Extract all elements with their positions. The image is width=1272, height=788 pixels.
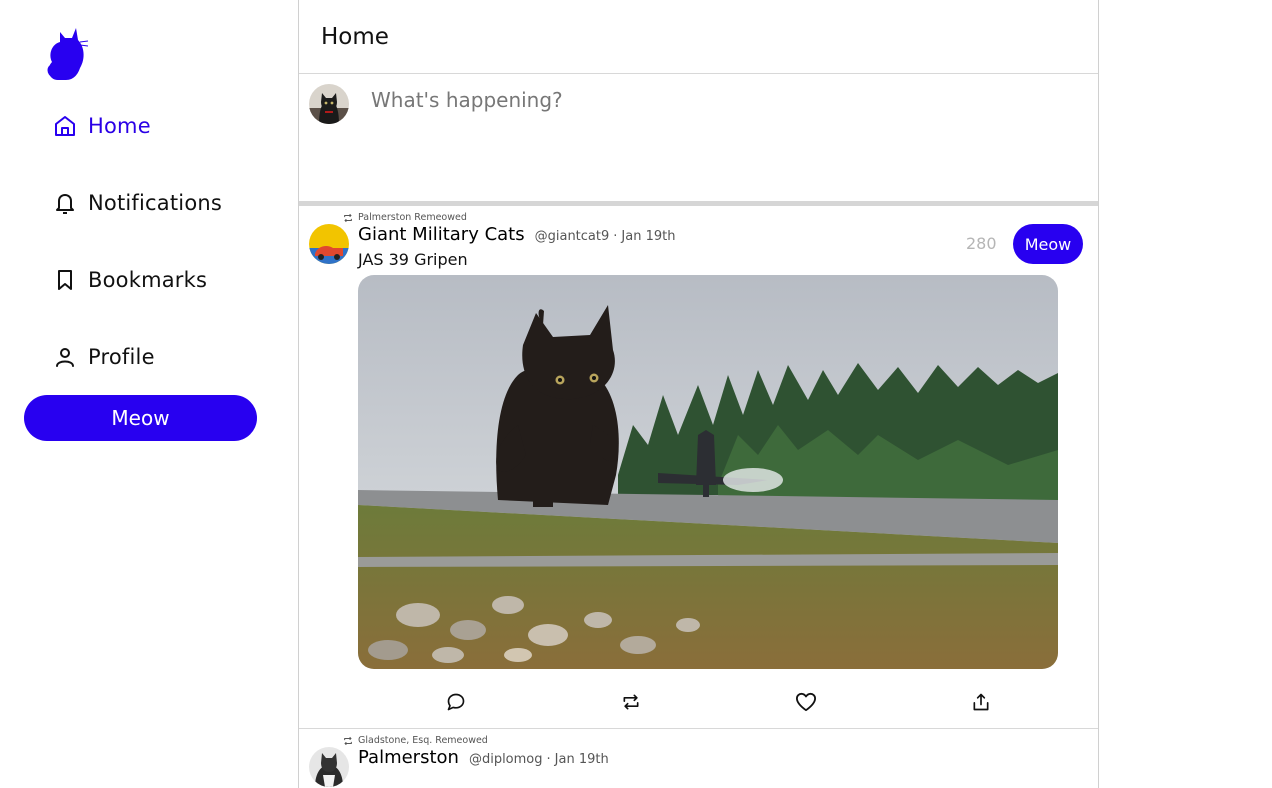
post-header: Palmerston @diplomog · Jan 19th bbox=[358, 747, 609, 768]
sidebar-item-label: Bookmarks bbox=[88, 268, 208, 292]
remeow-notice: Palmerston Remeowed bbox=[343, 212, 467, 223]
post[interactable]: Gladstone, Esq. Remeowed Palmerston @dip… bbox=[299, 729, 1098, 788]
separator: · bbox=[546, 752, 551, 767]
home-icon bbox=[52, 113, 78, 139]
post-image[interactable] bbox=[358, 275, 1058, 669]
sidebar-item-home[interactable]: Home bbox=[52, 106, 151, 146]
post-date[interactable]: Jan 19th bbox=[621, 229, 675, 244]
sidebar-item-notifications[interactable]: Notifications bbox=[52, 183, 222, 223]
remeow-icon bbox=[343, 736, 353, 746]
composer: 280 Meow bbox=[299, 74, 1098, 264]
bell-icon bbox=[52, 190, 78, 216]
page-header: Home bbox=[299, 0, 1098, 74]
sidebar-item-profile[interactable]: Profile bbox=[52, 337, 155, 377]
sidebar-item-bookmarks[interactable]: Bookmarks bbox=[52, 260, 207, 300]
remeow-icon[interactable] bbox=[618, 689, 644, 715]
remeow-icon bbox=[343, 213, 353, 223]
post-actions bbox=[299, 689, 1098, 715]
avatar[interactable] bbox=[309, 224, 349, 264]
bookmark-icon bbox=[52, 267, 78, 293]
post-header: Giant Military Cats @giantcat9 · Jan 19t… bbox=[358, 224, 675, 245]
page-title: Home bbox=[321, 23, 389, 50]
display-name[interactable]: Palmerston bbox=[358, 747, 459, 768]
like-icon[interactable] bbox=[793, 689, 819, 715]
share-icon[interactable] bbox=[968, 689, 994, 715]
sidebar-item-label: Notifications bbox=[88, 191, 223, 215]
avatar[interactable] bbox=[309, 747, 349, 787]
post-date[interactable]: Jan 19th bbox=[555, 752, 609, 767]
display-name[interactable]: Giant Military Cats bbox=[358, 224, 525, 245]
avatar[interactable] bbox=[309, 84, 349, 124]
compose-input[interactable] bbox=[371, 88, 1071, 148]
post[interactable]: Palmerston Remeowed Giant Military Cats … bbox=[299, 206, 1098, 729]
post-text: JAS 39 Gripen bbox=[358, 250, 468, 269]
sidebar-item-label: Profile bbox=[88, 345, 155, 369]
sidebar-meow-button[interactable]: Meow bbox=[24, 395, 257, 441]
user-icon bbox=[52, 344, 78, 370]
remeowed-by-text: Gladstone, Esq. Remeowed bbox=[358, 735, 488, 746]
handle[interactable]: @diplomog bbox=[469, 752, 543, 767]
remeowed-by-text: Palmerston Remeowed bbox=[358, 212, 467, 223]
sidebar-item-label: Home bbox=[88, 114, 151, 138]
comment-icon[interactable] bbox=[443, 689, 469, 715]
sidebar: Home Notifications Bookmarks Profile Meo… bbox=[0, 0, 298, 788]
remeow-notice: Gladstone, Esq. Remeowed bbox=[343, 735, 488, 746]
separator: · bbox=[613, 229, 618, 244]
timeline: Home 280 Meow Palmerston Remeowed bbox=[298, 0, 1099, 788]
cat-logo-icon[interactable] bbox=[46, 24, 90, 82]
handle[interactable]: @giantcat9 bbox=[535, 229, 610, 244]
